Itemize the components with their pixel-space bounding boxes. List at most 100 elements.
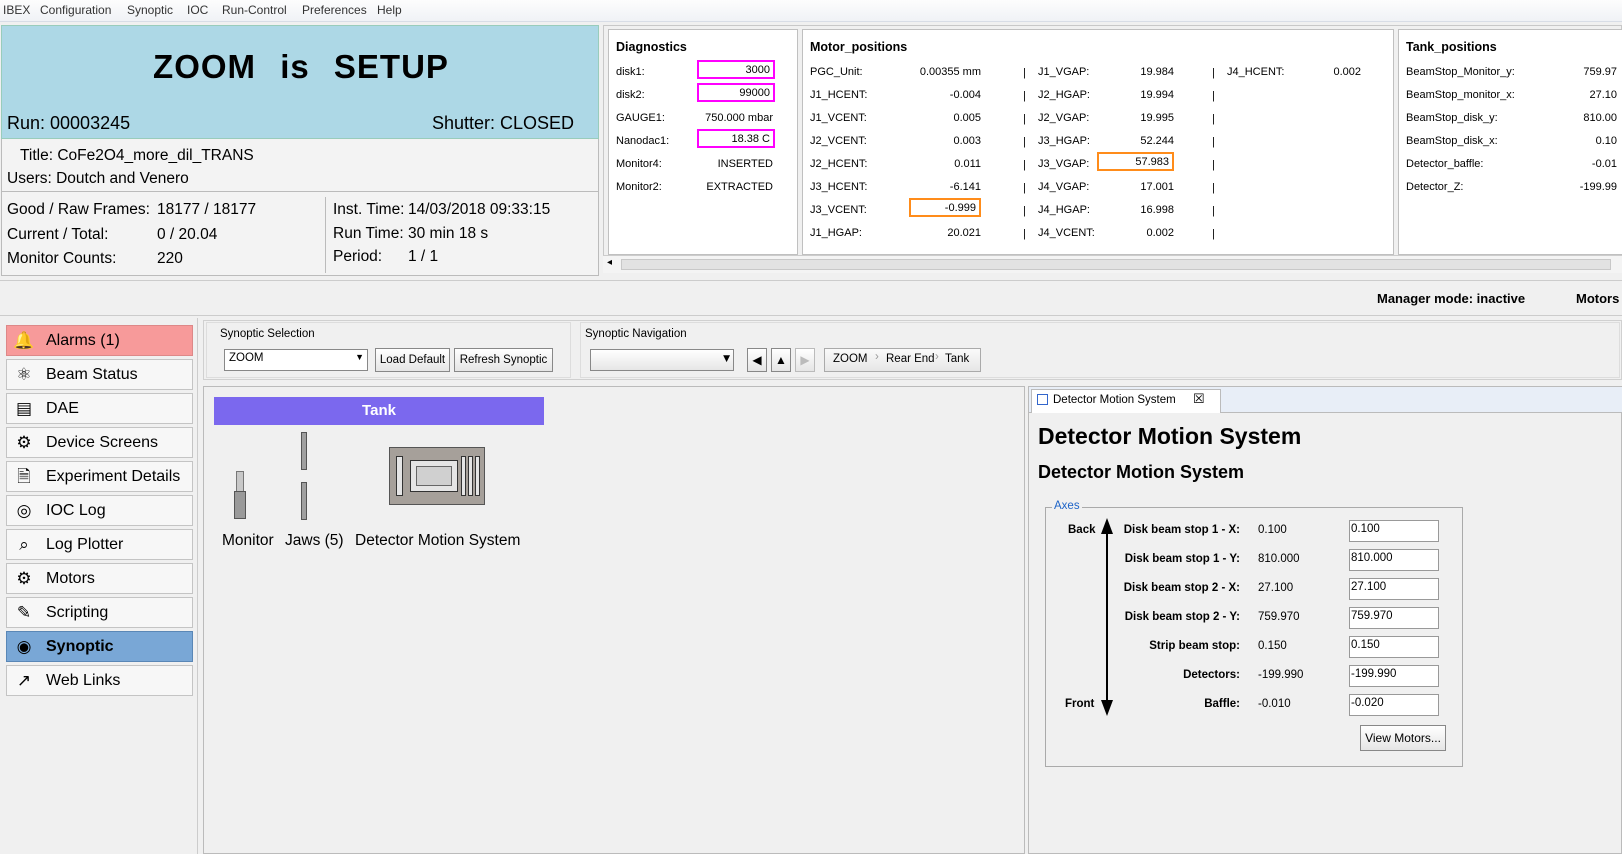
block-value[interactable]: -0.01: [1529, 158, 1617, 170]
axis-setpoint-input[interactable]: 810.000: [1349, 549, 1439, 571]
block-value[interactable]: 19.994: [1099, 89, 1174, 101]
breadcrumb-item-rear-end[interactable]: Rear End: [886, 353, 935, 365]
menu-configuration[interactable]: Configuration: [40, 3, 111, 17]
perspective-synoptic[interactable]: ◉ Synoptic: [6, 631, 193, 662]
perspective-web-links[interactable]: ↗ Web Links: [6, 665, 193, 696]
block-value[interactable]: 0.011: [911, 158, 981, 170]
block-value-nanodac1[interactable]: 18.38 C: [697, 129, 775, 148]
refresh-synoptic-button[interactable]: Refresh Synoptic: [454, 348, 553, 372]
close-icon[interactable]: ☒: [1193, 391, 1205, 407]
block-value[interactable]: -0.004: [911, 89, 981, 101]
block-value[interactable]: 0.003: [911, 135, 981, 147]
detector-motion-system-label[interactable]: Detector Motion System: [355, 532, 520, 550]
block-value[interactable]: 0.10: [1529, 135, 1617, 147]
monitor-label[interactable]: Monitor: [222, 532, 274, 550]
axis-setpoint-input[interactable]: -199.990: [1349, 665, 1439, 687]
block-value[interactable]: 0.002: [1273, 66, 1361, 78]
perspective-ioc-log[interactable]: ◎ IOC Log: [6, 495, 193, 526]
block-value[interactable]: -0.999: [909, 198, 981, 217]
block-value[interactable]: 17.001: [1099, 181, 1174, 193]
dashboard-run-info: Title: CoFe2O4_more_dil_TRANS Users: Dou…: [1, 139, 599, 192]
block-value[interactable]: 810.00: [1529, 112, 1617, 124]
breadcrumb-item-zoom[interactable]: ZOOM: [833, 353, 868, 365]
nav-back-button[interactable]: ◀: [747, 348, 767, 372]
jaws-label[interactable]: Jaws (5): [285, 532, 344, 550]
block-value[interactable]: 27.10: [1529, 89, 1617, 101]
motor-positions-title: Motor_positions: [810, 40, 908, 54]
block-label: Nanodac1:: [616, 135, 670, 147]
block-value[interactable]: 19.995: [1099, 112, 1174, 124]
axis-setpoint-input[interactable]: -0.020: [1349, 694, 1439, 716]
perspective-device-screens[interactable]: ⚙ Device Screens: [6, 427, 193, 458]
perspective-alarms-1[interactable]: 🔔 Alarms (1): [6, 325, 193, 356]
perspective-motors[interactable]: ⚙ Motors: [6, 563, 193, 594]
block-value[interactable]: 57.983: [1097, 152, 1174, 171]
perspective-beam-status[interactable]: ⚛ Beam Status: [6, 359, 193, 390]
nav-up-button[interactable]: ▲: [771, 348, 791, 372]
block-value[interactable]: -199.99: [1529, 181, 1617, 193]
navigation-select[interactable]: ▼: [590, 349, 734, 371]
perspective-scripting[interactable]: ✎ Scripting: [6, 597, 193, 628]
block-value[interactable]: 16.998: [1099, 204, 1174, 216]
block-value[interactable]: 52.244: [1099, 135, 1174, 147]
perspective-log-plotter[interactable]: ⌕ Log Plotter: [6, 529, 193, 560]
jaw-upper-shape: [301, 432, 307, 470]
block-value-gauge1[interactable]: 750.000 mbar: [697, 112, 773, 124]
block-value[interactable]: 0.002: [1099, 227, 1174, 239]
axis-label: Disk beam stop 2 - Y:: [1124, 611, 1240, 623]
scrollbar-thumb[interactable]: [621, 259, 1611, 270]
synoptic-select[interactable]: ZOOM ▼: [224, 349, 368, 371]
perspective-label: IOC Log: [46, 502, 106, 519]
column-separator: |: [1023, 182, 1026, 194]
synoptic-selection-label: Synoptic Selection: [220, 328, 315, 340]
block-value[interactable]: -6.141: [911, 181, 981, 193]
manager-mode-status: Manager mode: inactive: [1377, 291, 1526, 306]
menu-ioc[interactable]: IOC: [187, 3, 208, 17]
block-value-disk1[interactable]: 3000: [697, 60, 775, 79]
view-motors-button[interactable]: View Motors...: [1360, 725, 1446, 751]
block-value-monitor2[interactable]: EXTRACTED: [697, 181, 773, 193]
nav-forward-button[interactable]: ▶: [795, 348, 815, 372]
column-separator: |: [1023, 159, 1026, 171]
dashboard-status-panel: ZOOM is SETUP Run: 00003245 Shutter: CLO…: [1, 25, 599, 139]
block-value-disk2[interactable]: 99000: [697, 83, 775, 102]
menu-synoptic[interactable]: Synoptic: [127, 3, 173, 17]
menu-preferences[interactable]: Preferences: [302, 3, 367, 17]
block-value[interactable]: 0.00355 mm: [911, 66, 981, 78]
block-value-monitor4[interactable]: INSERTED: [697, 158, 773, 170]
perspective-experiment-details[interactable]: 🗎 Experiment Details: [6, 461, 193, 492]
blocks-horizontal-scrollbar[interactable]: ◂: [603, 255, 1622, 273]
triangle-right-icon: ▶: [800, 353, 810, 367]
perspective-dae[interactable]: ▤ DAE: [6, 393, 193, 424]
tab-detector-motion-system[interactable]: Detector Motion System ☒: [1031, 389, 1221, 413]
tank-positions-title: Tank_positions: [1406, 40, 1497, 54]
block-label: J3_VGAP:: [1038, 158, 1090, 170]
load-default-button[interactable]: Load Default: [375, 348, 450, 372]
perspective-label: Motors: [46, 570, 95, 587]
axis-setpoint-input[interactable]: 0.150: [1349, 636, 1439, 658]
block-label: J4_VCENT:: [1038, 227, 1095, 239]
shutter-status: Shutter: CLOSED: [431, 113, 574, 133]
menu-ibex[interactable]: IBEX: [3, 3, 30, 17]
block-value[interactable]: 759.97: [1529, 66, 1617, 78]
axis-setpoint-input[interactable]: 759.970: [1349, 607, 1439, 629]
scroll-left-icon[interactable]: ◂: [607, 257, 612, 268]
axis-setpoint-input[interactable]: 0.100: [1349, 520, 1439, 542]
synoptic-select-value: ZOOM: [229, 352, 264, 364]
monitor-component[interactable]: [234, 471, 246, 519]
perspective-label: Device Screens: [46, 434, 159, 451]
detector-motion-system-component[interactable]: [389, 447, 485, 505]
block-value[interactable]: 19.984: [1099, 66, 1174, 78]
menu-run-control[interactable]: Run-Control: [222, 3, 287, 17]
breadcrumb-separator-icon: ›: [935, 351, 939, 363]
detector-subheading: Detector Motion System: [1038, 462, 1245, 482]
axis-setpoint-input[interactable]: 27.100: [1349, 578, 1439, 600]
block-label: J4_VGAP:: [1038, 181, 1090, 193]
jaws-component[interactable]: [301, 432, 309, 520]
block-value[interactable]: 20.021: [911, 227, 981, 239]
menu-help[interactable]: Help: [377, 3, 402, 17]
block-value[interactable]: 0.005: [911, 112, 981, 124]
breadcrumb-item-tank[interactable]: Tank: [945, 353, 969, 365]
server-icon: ▤: [15, 399, 33, 419]
motors-status[interactable]: Motors: [1576, 291, 1619, 306]
